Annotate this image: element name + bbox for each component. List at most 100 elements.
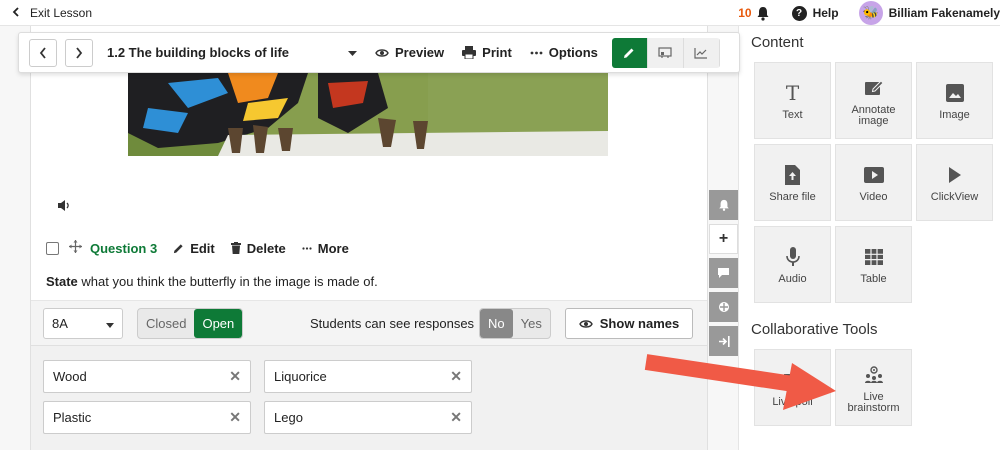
close-icon[interactable]: ✕ — [450, 409, 462, 426]
help-label: Help — [812, 6, 839, 20]
exit-lesson-label: Exit Lesson — [30, 5, 93, 20]
left-margin — [0, 26, 30, 450]
lesson-title: 1.2 The building blocks of life — [107, 45, 290, 60]
delete-question-button[interactable]: Delete — [230, 240, 286, 256]
live-brainstorm-tile[interactable]: Live brainstorm — [835, 349, 912, 426]
bell-icon[interactable] — [709, 190, 738, 220]
pencil-icon — [624, 48, 634, 58]
print-button[interactable]: Print — [462, 45, 512, 60]
exit-lesson-link[interactable]: Exit Lesson — [12, 6, 92, 20]
eye-icon — [375, 48, 389, 58]
response-text: Plastic — [53, 410, 92, 425]
eye-icon — [578, 319, 593, 329]
side-tool-buttons: + — [709, 190, 738, 360]
tile-label: Live brainstorm — [847, 390, 900, 414]
question-header: Question 3 Edit Delete More — [46, 240, 365, 256]
avatar: 🐝 — [858, 1, 883, 25]
chart-line-icon — [694, 47, 708, 59]
lesson-toolbar: 1.2 The building blocks of life Preview … — [18, 32, 740, 73]
edit-question-button[interactable]: Edit — [173, 241, 215, 256]
more-label: More — [317, 240, 349, 256]
lesson-selector[interactable]: 1.2 The building blocks of life — [107, 45, 357, 60]
question-checkbox[interactable] — [46, 241, 59, 255]
tile-label: Text — [782, 109, 803, 121]
bell-icon[interactable] — [756, 6, 770, 21]
open-closed-toggle: Closed Open — [137, 308, 244, 339]
annotate-image-tile[interactable]: Annotate image — [835, 62, 912, 139]
prompt-verb: State — [46, 274, 78, 289]
content-heading: Content — [751, 34, 804, 51]
help-icon: ? — [791, 5, 807, 21]
live-poll-tile[interactable]: Live poll — [754, 349, 831, 426]
response-card[interactable]: Lego ✕ — [264, 401, 472, 434]
clickview-tile[interactable]: ClickView — [916, 144, 993, 221]
students-see-responses-label: Students can see responses — [310, 316, 475, 331]
previous-button[interactable] — [29, 38, 57, 67]
audio-tile[interactable]: Audio — [754, 226, 831, 303]
close-icon[interactable]: ✕ — [229, 368, 241, 385]
chevron-left-icon — [39, 46, 46, 59]
class-value: 8A — [52, 316, 68, 331]
tile-label: Live poll — [772, 396, 813, 408]
poll-icon — [783, 367, 802, 393]
tile-label: Annotate image — [851, 103, 896, 127]
butterfly-image — [128, 73, 608, 156]
user-menu[interactable]: 🐝 Billiam Fakenamely — [858, 1, 1000, 25]
show-names-label: Show names — [599, 316, 680, 331]
microphone-icon — [785, 244, 800, 270]
navigate-icon[interactable] — [709, 292, 738, 322]
close-icon[interactable]: ✕ — [229, 409, 241, 426]
next-button[interactable] — [65, 38, 93, 67]
notification-count[interactable]: 10 — [738, 6, 751, 20]
close-icon[interactable]: ✕ — [450, 368, 462, 385]
response-card[interactable]: Liquorice ✕ — [264, 360, 472, 393]
video-icon — [863, 162, 884, 188]
open-option[interactable]: Open — [194, 309, 243, 338]
help-button[interactable]: ? Help — [791, 5, 839, 21]
table-tile[interactable]: Table — [835, 226, 912, 303]
no-option[interactable]: No — [480, 309, 513, 338]
comment-icon[interactable] — [709, 258, 738, 288]
move-icon[interactable] — [69, 240, 82, 256]
text-icon: T — [785, 81, 800, 105]
response-card[interactable]: Wood ✕ — [43, 360, 251, 393]
response-text: Wood — [53, 369, 87, 384]
annotate-icon — [864, 75, 884, 101]
edit-mode-button[interactable] — [611, 37, 648, 68]
add-content-button[interactable]: + — [709, 224, 738, 254]
question-prompt: State what you think the butterfly in th… — [46, 274, 378, 289]
tile-label: Share file — [769, 191, 816, 203]
response-text: Liquorice — [274, 369, 327, 384]
speaker-icon[interactable] — [57, 199, 72, 215]
image-icon — [945, 80, 964, 106]
trash-icon — [230, 242, 241, 254]
image-tile[interactable]: Image — [916, 62, 993, 139]
preview-button[interactable]: Preview — [375, 45, 444, 60]
video-tile[interactable]: Video — [835, 144, 912, 221]
prompt-text: what you think the butterfly in the imag… — [77, 274, 378, 289]
share-file-tile[interactable]: Share file — [754, 144, 831, 221]
closed-option[interactable]: Closed — [138, 309, 194, 338]
response-card[interactable]: Plastic ✕ — [43, 401, 251, 434]
present-mode-button[interactable] — [647, 37, 684, 68]
print-label: Print — [482, 45, 512, 60]
options-button[interactable]: Options — [530, 45, 598, 60]
more-question-button[interactable]: More — [302, 241, 349, 256]
ellipsis-icon — [302, 246, 312, 250]
delete-label: Delete — [246, 240, 286, 256]
tile-label: Video — [859, 191, 888, 203]
class-select[interactable]: 8A — [43, 308, 123, 339]
analytics-mode-button[interactable] — [683, 37, 720, 68]
caret-down-icon — [348, 45, 357, 60]
tile-label: Table — [860, 273, 887, 285]
user-name: Billiam Fakenamely — [888, 6, 1000, 20]
tile-label: ClickView — [930, 191, 979, 203]
play-icon — [948, 162, 961, 188]
response-text: Lego — [274, 410, 303, 425]
yes-option[interactable]: Yes — [513, 309, 550, 338]
edit-label: Edit — [190, 240, 215, 256]
text-tile[interactable]: T Text — [754, 62, 831, 139]
collapse-panel-icon[interactable] — [709, 326, 738, 356]
show-names-button[interactable]: Show names — [565, 308, 693, 339]
collaborative-tools-heading: Collaborative Tools — [751, 321, 878, 338]
